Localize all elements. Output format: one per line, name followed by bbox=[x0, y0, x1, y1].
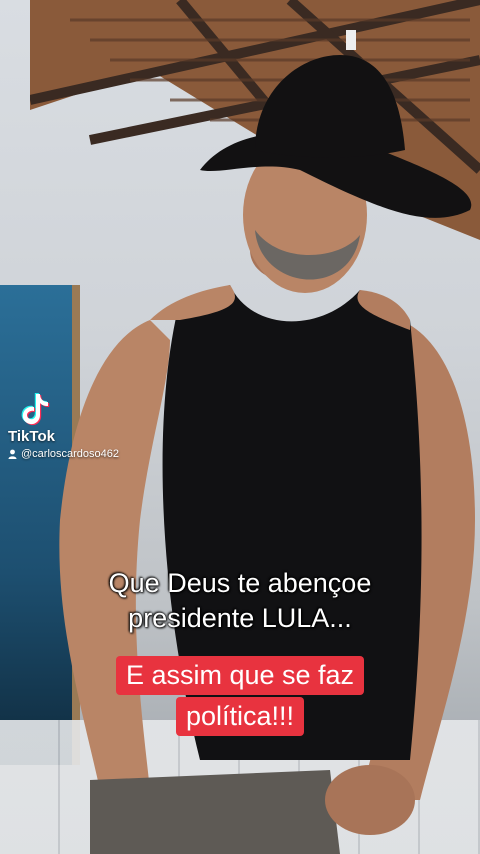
caption-highlighted: E assim que se faz política!!! bbox=[0, 656, 480, 736]
caption-white: Que Deus te abençoe presidente LULA... bbox=[0, 566, 480, 636]
highlight-line-1: E assim que se faz bbox=[115, 656, 365, 695]
creator-handle: @carloscardoso462 bbox=[21, 448, 119, 460]
caption-line-2: presidente LULA... bbox=[128, 603, 352, 633]
tiktok-watermark: TikTok @carloscardoso462 bbox=[8, 392, 119, 460]
caption-line-1: Que Deus te abençoe bbox=[108, 568, 372, 598]
highlight-line-2: política!!! bbox=[175, 697, 305, 736]
tiktok-brand-label: TikTok bbox=[8, 428, 55, 445]
creator-handle-row: @carloscardoso462 bbox=[8, 448, 119, 460]
video-frame: TikTok @carloscardoso462 Que Deus te abe… bbox=[0, 0, 480, 854]
user-icon bbox=[8, 449, 17, 459]
tiktok-logo-icon bbox=[21, 393, 50, 426]
